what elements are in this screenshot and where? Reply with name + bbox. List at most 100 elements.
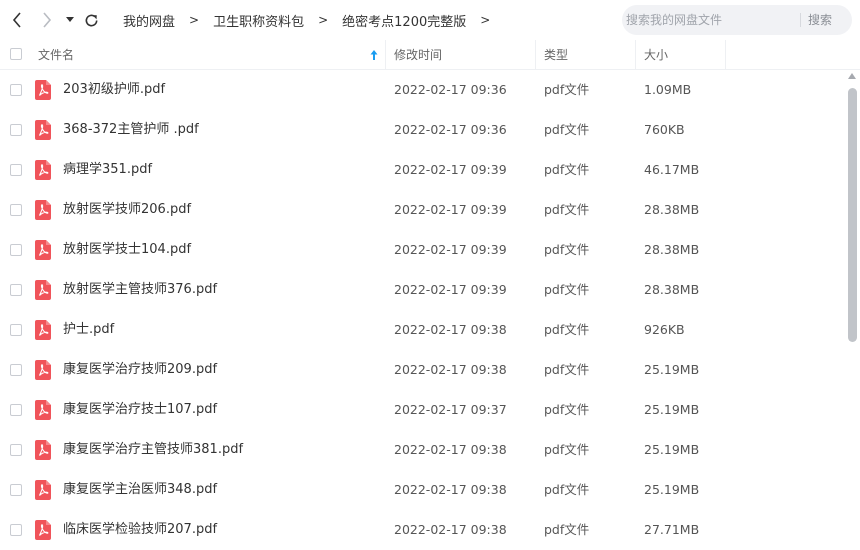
column-header-type[interactable]: 类型 bbox=[544, 40, 568, 70]
file-type: pdf文件 bbox=[544, 442, 590, 457]
column-header-size[interactable]: 大小 bbox=[644, 40, 668, 70]
column-divider[interactable] bbox=[535, 40, 536, 70]
file-modified-time: 2022-02-17 09:39 bbox=[394, 202, 507, 217]
column-divider[interactable] bbox=[725, 40, 726, 70]
row-checkbox[interactable] bbox=[10, 124, 22, 136]
file-size: 27.71MB bbox=[644, 522, 700, 537]
file-row[interactable]: 203初级护师.pdf 2022-02-17 09:36 pdf文件 1.09M… bbox=[0, 70, 846, 110]
refresh-button[interactable] bbox=[80, 8, 102, 32]
top-toolbar: 我的网盘 > 卫生职称资料包 > 绝密考点1200完整版 > 搜索 bbox=[0, 0, 860, 40]
pdf-file-icon bbox=[35, 160, 51, 180]
file-modified-time: 2022-02-17 09:37 bbox=[394, 402, 507, 417]
row-checkbox[interactable] bbox=[10, 284, 22, 296]
file-name[interactable]: 护士.pdf bbox=[63, 310, 114, 350]
breadcrumb-item-current[interactable]: 绝密考点1200完整版 bbox=[334, 11, 474, 30]
row-checkbox[interactable] bbox=[10, 164, 22, 176]
file-name[interactable]: 康复医学主治医师348.pdf bbox=[63, 470, 217, 510]
refresh-icon bbox=[85, 14, 97, 26]
file-modified-time: 2022-02-17 09:38 bbox=[394, 362, 507, 377]
file-row[interactable]: 放射医学主管技师376.pdf 2022-02-17 09:39 pdf文件 2… bbox=[0, 270, 846, 310]
file-type: pdf文件 bbox=[544, 202, 590, 217]
row-checkbox[interactable] bbox=[10, 324, 22, 336]
breadcrumb-separator: > bbox=[318, 13, 329, 27]
history-dropdown-button[interactable] bbox=[60, 8, 80, 32]
search-button[interactable]: 搜索 bbox=[808, 5, 832, 35]
column-divider[interactable] bbox=[385, 40, 386, 70]
row-checkbox[interactable] bbox=[10, 204, 22, 216]
row-checkbox[interactable] bbox=[10, 484, 22, 496]
file-name[interactable]: 放射医学技师206.pdf bbox=[63, 190, 191, 230]
pdf-file-icon bbox=[35, 320, 51, 340]
row-checkbox[interactable] bbox=[10, 404, 22, 416]
chevron-right-icon bbox=[43, 12, 52, 28]
file-row[interactable]: 康复医学主治医师348.pdf 2022-02-17 09:38 pdf文件 2… bbox=[0, 470, 846, 510]
breadcrumb-item-root[interactable]: 我的网盘 bbox=[115, 11, 183, 30]
row-checkbox[interactable] bbox=[10, 444, 22, 456]
file-row[interactable]: 康复医学治疗技师209.pdf 2022-02-17 09:38 pdf文件 2… bbox=[0, 350, 846, 390]
file-row[interactable]: 368-372主管护师 .pdf 2022-02-17 09:36 pdf文件 … bbox=[0, 110, 846, 150]
breadcrumb-item-folder[interactable]: 卫生职称资料包 bbox=[205, 11, 312, 30]
file-row[interactable]: 放射医学技师206.pdf 2022-02-17 09:39 pdf文件 28.… bbox=[0, 190, 846, 230]
row-checkbox[interactable] bbox=[10, 244, 22, 256]
file-row[interactable]: 放射医学技士104.pdf 2022-02-17 09:39 pdf文件 28.… bbox=[0, 230, 846, 270]
file-type: pdf文件 bbox=[544, 162, 590, 177]
pdf-file-icon bbox=[35, 360, 51, 380]
file-row[interactable]: 临床医学检验技师207.pdf 2022-02-17 09:38 pdf文件 2… bbox=[0, 510, 846, 550]
file-name[interactable]: 康复医学治疗主管技师381.pdf bbox=[63, 430, 243, 470]
arrow-up-icon[interactable] bbox=[369, 48, 379, 62]
file-size: 25.19MB bbox=[644, 362, 700, 377]
forward-button[interactable] bbox=[36, 8, 58, 32]
file-list: 203初级护师.pdf 2022-02-17 09:36 pdf文件 1.09M… bbox=[0, 70, 846, 550]
column-divider[interactable] bbox=[635, 40, 636, 70]
file-size: 28.38MB bbox=[644, 282, 700, 297]
file-modified-time: 2022-02-17 09:36 bbox=[394, 122, 507, 137]
select-all-checkbox[interactable] bbox=[10, 48, 22, 60]
file-size: 46.17MB bbox=[644, 162, 700, 177]
file-modified-time: 2022-02-17 09:36 bbox=[394, 82, 507, 97]
file-size: 760KB bbox=[644, 122, 685, 137]
file-name[interactable]: 康复医学治疗技师209.pdf bbox=[63, 350, 217, 390]
file-type: pdf文件 bbox=[544, 482, 590, 497]
file-name[interactable]: 368-372主管护师 .pdf bbox=[63, 110, 199, 150]
file-name[interactable]: 临床医学检验技师207.pdf bbox=[63, 510, 217, 550]
file-row[interactable]: 病理学351.pdf 2022-02-17 09:39 pdf文件 46.17M… bbox=[0, 150, 846, 190]
breadcrumb: 我的网盘 > 卫生职称资料包 > 绝密考点1200完整版 > bbox=[115, 0, 496, 40]
file-row[interactable]: 康复医学治疗技士107.pdf 2022-02-17 09:37 pdf文件 2… bbox=[0, 390, 846, 430]
column-header-name[interactable]: 文件名 bbox=[38, 40, 74, 70]
pdf-file-icon bbox=[35, 240, 51, 260]
search-divider bbox=[800, 13, 801, 27]
file-size: 25.19MB bbox=[644, 402, 700, 417]
file-type: pdf文件 bbox=[544, 122, 590, 137]
file-type: pdf文件 bbox=[544, 82, 590, 97]
scrollbar-thumb[interactable] bbox=[848, 88, 857, 342]
row-checkbox[interactable] bbox=[10, 84, 22, 96]
breadcrumb-separator: > bbox=[480, 13, 491, 27]
file-type: pdf文件 bbox=[544, 282, 590, 297]
chevron-left-icon bbox=[12, 12, 21, 28]
file-name[interactable]: 放射医学技士104.pdf bbox=[63, 230, 191, 270]
back-button[interactable] bbox=[6, 8, 28, 32]
pdf-file-icon bbox=[35, 440, 51, 460]
file-modified-time: 2022-02-17 09:39 bbox=[394, 242, 507, 257]
pdf-file-icon bbox=[35, 520, 51, 540]
search-box: 搜索 bbox=[622, 5, 852, 35]
file-row[interactable]: 康复医学治疗主管技师381.pdf 2022-02-17 09:38 pdf文件… bbox=[0, 430, 846, 470]
scroll-up-arrow-icon[interactable] bbox=[848, 73, 856, 79]
column-header-modified[interactable]: 修改时间 bbox=[394, 40, 442, 70]
file-size: 926KB bbox=[644, 322, 685, 337]
row-checkbox[interactable] bbox=[10, 364, 22, 376]
search-input[interactable] bbox=[626, 5, 796, 35]
file-modified-time: 2022-02-17 09:38 bbox=[394, 442, 507, 457]
file-modified-time: 2022-02-17 09:38 bbox=[394, 522, 507, 537]
file-type: pdf文件 bbox=[544, 242, 590, 257]
row-checkbox[interactable] bbox=[10, 524, 22, 536]
file-modified-time: 2022-02-17 09:39 bbox=[394, 282, 507, 297]
file-size: 1.09MB bbox=[644, 82, 692, 97]
file-size: 25.19MB bbox=[644, 482, 700, 497]
file-name[interactable]: 放射医学主管技师376.pdf bbox=[63, 270, 217, 310]
file-name[interactable]: 病理学351.pdf bbox=[63, 150, 152, 190]
file-name[interactable]: 康复医学治疗技士107.pdf bbox=[63, 390, 217, 430]
file-row[interactable]: 护士.pdf 2022-02-17 09:38 pdf文件 926KB bbox=[0, 310, 846, 350]
file-type: pdf文件 bbox=[544, 362, 590, 377]
file-name[interactable]: 203初级护师.pdf bbox=[63, 70, 165, 110]
